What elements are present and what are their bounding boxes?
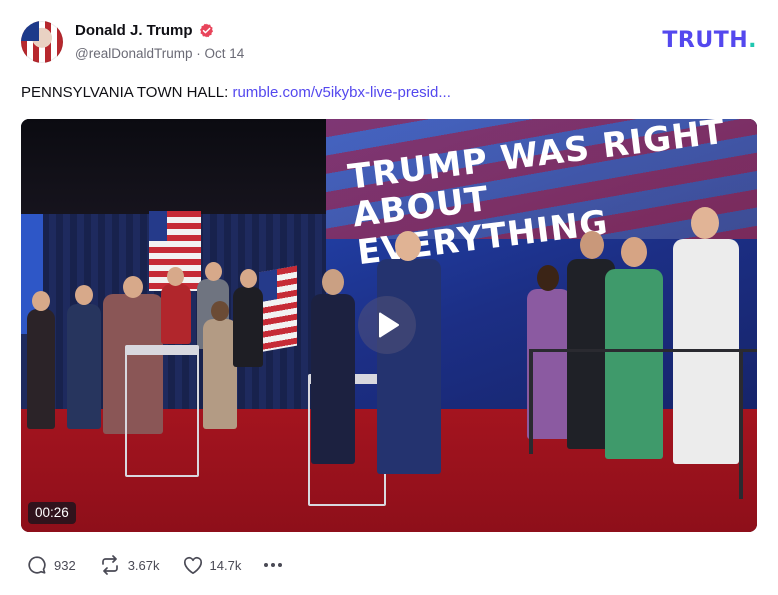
reply-icon: [28, 556, 46, 574]
person-head: [537, 265, 559, 291]
post-link[interactable]: rumble.com/v5ikybx-live-presid...: [232, 84, 450, 101]
person-head: [395, 231, 421, 261]
author-handle[interactable]: @realDonaldTrump: [75, 46, 193, 61]
person-head: [123, 276, 143, 298]
person-head: [691, 207, 719, 239]
person-head: [322, 269, 344, 295]
person-head: [240, 269, 257, 288]
author-name-row: Donald J. Trump: [75, 22, 214, 39]
audience-person: [27, 309, 55, 429]
author-meta: @realDonaldTrump · Oct 14: [75, 46, 244, 61]
video-duration: 00:26: [28, 502, 76, 524]
play-button[interactable]: [358, 296, 416, 354]
like-button[interactable]: 14.7k: [183, 556, 242, 575]
logo-wordmark: TRUTH.: [662, 28, 757, 53]
post-text: PENNSYLVANIA TOWN HALL: rumble.com/v5iky…: [21, 84, 451, 101]
post-card: Donald J. Trump @realDonaldTrump · Oct 1…: [0, 0, 778, 595]
person-head: [621, 237, 647, 267]
audience-person: [233, 287, 263, 367]
play-icon: [379, 312, 399, 338]
more-icon-dot: [264, 563, 269, 567]
stage-chair: [125, 345, 199, 477]
truth-logo[interactable]: TRUTH.: [662, 30, 757, 52]
meta-separator: ·: [196, 46, 201, 61]
author-display-name[interactable]: Donald J. Trump: [75, 22, 193, 39]
host-figure: [311, 294, 355, 464]
retruth-icon: [101, 555, 118, 575]
more-icon-dot: [271, 563, 276, 567]
audience-person: [161, 284, 191, 344]
stanchion-post: [529, 349, 533, 454]
person-head: [580, 231, 604, 259]
post-text-prefix: PENNSYLVANIA TOWN HALL:: [21, 84, 233, 101]
person-head: [211, 301, 229, 321]
stanchion-post: [739, 349, 743, 499]
video-player[interactable]: TRUMP WAS RIGHT ABOUT EVERYTHING 00:26: [21, 119, 757, 532]
post-actions: 932 3.67k 14.7k: [27, 555, 305, 575]
person-head: [205, 262, 222, 281]
like-count: 14.7k: [209, 557, 242, 573]
audience-person: [605, 269, 663, 459]
retruth-button[interactable]: 3.67k: [99, 555, 160, 575]
more-icon-dot: [278, 563, 283, 567]
heart-icon: [183, 556, 202, 574]
more-button[interactable]: [264, 556, 283, 574]
reply-count: 932: [54, 557, 76, 573]
audience-person: [527, 289, 571, 439]
flag-icon: [259, 265, 297, 353]
reply-button[interactable]: 932: [27, 555, 76, 575]
person-head: [75, 285, 93, 305]
person-head: [32, 291, 50, 311]
audience-person: [203, 319, 237, 429]
person-head: [167, 267, 184, 286]
audience-person: [67, 304, 101, 429]
avatar[interactable]: [21, 21, 63, 63]
stanchion-rope: [531, 349, 757, 352]
post-date[interactable]: Oct 14: [205, 46, 245, 61]
avatar-flag-canton: [21, 21, 39, 41]
verified-badge-icon: [199, 23, 213, 38]
retruth-count: 3.67k: [127, 557, 160, 573]
speaker-figure: [377, 259, 441, 474]
